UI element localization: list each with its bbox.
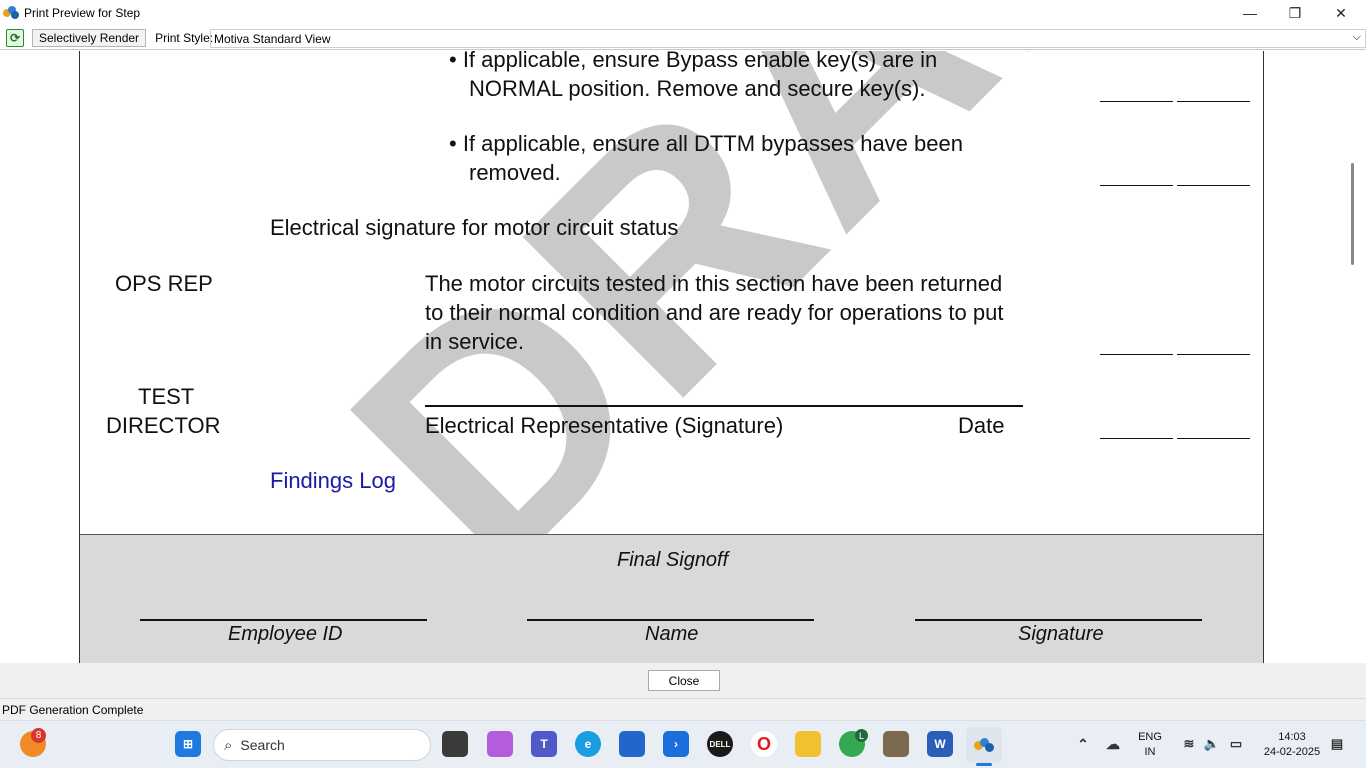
store-icon[interactable] [619, 731, 645, 757]
bullet-dttm-line2: removed. [469, 160, 561, 185]
statement-line2: to their normal condition and are ready … [425, 300, 1004, 325]
notification-bell-icon[interactable]: ▤ [1328, 731, 1346, 757]
bullet-bypass-keys-line2: NORMAL position. Remove and secure key(s… [469, 76, 926, 101]
close-button[interactable]: Close [648, 670, 720, 691]
battery-icon[interactable]: ▭ [1223, 731, 1249, 757]
language-indicator[interactable]: ENG IN [1136, 730, 1164, 760]
clock-date: 24-02-2025 [1263, 746, 1321, 758]
teams-icon[interactable]: T [531, 731, 557, 757]
clock-time: 14:03 [1278, 731, 1306, 743]
signature-footer-label: Signature [1018, 623, 1104, 645]
status-bar: PDF Generation Complete [0, 698, 1366, 720]
final-signoff-section: Final Signoff Employee ID Name Signature [80, 534, 1263, 663]
windows-start-icon[interactable]: ⊞ [175, 731, 201, 757]
initial-line [1177, 101, 1250, 102]
search-placeholder: Search [240, 737, 285, 753]
signature-label: Electrical Representative (Signature) [425, 413, 784, 438]
preview-viewport[interactable]: DRAFT • If applicable, ensure Bypass ena… [0, 51, 1366, 663]
chrome-profile-badge: L [855, 729, 868, 742]
volume-icon[interactable]: 🔈 [1199, 731, 1225, 757]
vertical-scrollbar[interactable] [1343, 51, 1366, 663]
chevron-down-icon: ⌵ [1352, 31, 1361, 43]
selectively-render-button[interactable]: Selectively Render [32, 29, 147, 47]
initial-line [1100, 438, 1173, 439]
name-label: Name [645, 623, 699, 645]
word-icon[interactable]: W [927, 731, 953, 757]
power-automate-icon[interactable]: › [663, 731, 689, 757]
name-line [527, 619, 814, 621]
active-app-indicator [976, 763, 992, 766]
bullet-dttm-line1: • If applicable, ensure all DTTM bypasse… [449, 131, 963, 156]
clock[interactable]: 14:03 24-02-2025 [1256, 730, 1328, 760]
initial-line [1100, 185, 1173, 186]
edge-icon[interactable]: e [575, 731, 601, 757]
bullet-bypass-keys-line1: • If applicable, ensure Bypass enable ke… [449, 51, 938, 72]
opera-icon[interactable]: O [751, 731, 777, 757]
language-code: ENG [1138, 731, 1162, 743]
dell-icon[interactable]: DELL [707, 731, 733, 757]
minimize-button[interactable]: — [1227, 0, 1273, 26]
app-logo-icon [3, 6, 19, 20]
document-page: DRAFT • If applicable, ensure Bypass ena… [79, 51, 1264, 663]
initial-line [1100, 354, 1173, 355]
region-code: IN [1144, 746, 1156, 758]
file-explorer-icon[interactable] [795, 731, 821, 757]
date-label: Date [958, 413, 1005, 438]
close-window-button[interactable]: ✕ [1318, 0, 1364, 26]
task-view-icon[interactable] [442, 731, 468, 757]
findings-log-link[interactable]: Findings Log [270, 466, 396, 495]
print-style-value: Motiva Standard View [214, 31, 331, 46]
role-ops-rep: OPS REP [115, 271, 213, 296]
contacts-app-icon[interactable] [883, 731, 909, 757]
toolbar: ⟳ Selectively Render Print Style: Motiva… [0, 27, 1366, 50]
chevron-up-icon[interactable]: ⌃ [1070, 731, 1096, 757]
cloud-sync-icon[interactable]: ☁ [1100, 731, 1126, 757]
initial-line [1177, 185, 1250, 186]
section-heading: Electrical signature for motor circuit s… [270, 215, 679, 240]
initial-line [1100, 101, 1173, 102]
restore-button[interactable]: ❐ [1272, 0, 1318, 26]
statement-line1: The motor circuits tested in this sectio… [425, 271, 1003, 296]
dialog-button-bar: Close [0, 663, 1366, 698]
signature-footer-line [915, 619, 1202, 621]
print-style-select[interactable]: Motiva Standard View ⌵ [210, 29, 1366, 48]
employee-id-line [140, 619, 427, 621]
taskbar: 8 ⊞ ⌕ Search T e › DELL O L W ⌃ ☁ ENG IN… [0, 720, 1366, 768]
statement-line3: in service. [425, 329, 525, 354]
role-test-director-line2: DIRECTOR [106, 413, 221, 438]
notification-badge: 8 [31, 728, 46, 743]
refresh-icon[interactable]: ⟳ [6, 29, 24, 47]
print-style-label: Print Style: [155, 31, 214, 45]
title-bar: Print Preview for Step — ❐ ✕ [0, 0, 1366, 26]
signature-line [425, 405, 1023, 407]
scrollbar-thumb[interactable] [1351, 163, 1354, 265]
role-test-director-line1: TEST [138, 384, 195, 409]
initial-line [1177, 354, 1250, 355]
print-preview-app-icon[interactable] [966, 727, 1002, 763]
copilot-icon[interactable] [487, 731, 513, 757]
initial-line [1177, 438, 1250, 439]
search-icon: ⌕ [224, 736, 233, 754]
employee-id-label: Employee ID [228, 623, 343, 645]
window-title: Print Preview for Step [24, 6, 141, 20]
final-signoff-title: Final Signoff [617, 549, 729, 571]
taskbar-search[interactable]: ⌕ Search [213, 729, 431, 761]
